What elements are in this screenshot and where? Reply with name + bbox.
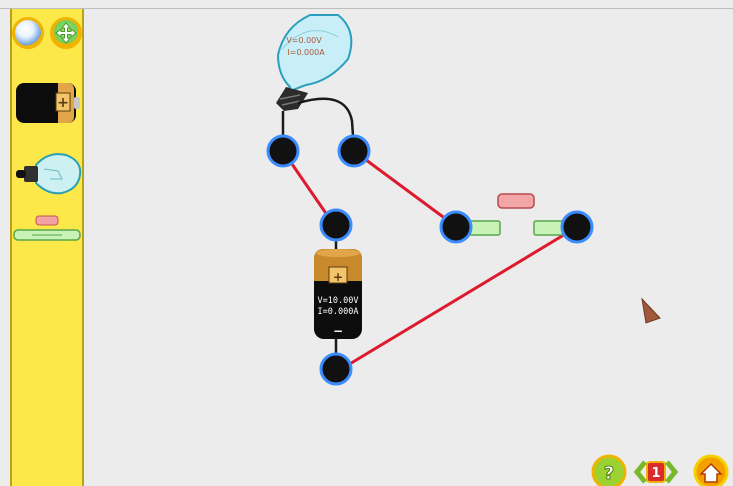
move-arrows-icon bbox=[55, 22, 77, 44]
palette-battery-plus: + bbox=[57, 95, 69, 111]
node-battery-top[interactable] bbox=[319, 208, 353, 242]
node-switch-right[interactable] bbox=[560, 210, 594, 244]
palette-battery[interactable]: + bbox=[14, 75, 80, 129]
select-tool-button[interactable] bbox=[12, 17, 44, 49]
chevron-left-icon[interactable] bbox=[633, 460, 647, 484]
chevron-right-icon[interactable] bbox=[665, 460, 679, 484]
palette-switch[interactable] bbox=[12, 214, 82, 244]
battery-plus-label: + bbox=[333, 270, 343, 284]
battery-minus-label: − bbox=[333, 324, 343, 338]
circuit-game-window: + V=0.00V I=0.000A + V=10.00V I=0.000A −… bbox=[0, 0, 733, 486]
switch-toggle[interactable] bbox=[497, 193, 535, 209]
home-button[interactable] bbox=[693, 454, 729, 486]
help-icon: ? bbox=[604, 463, 614, 484]
help-button[interactable]: ? bbox=[591, 454, 627, 486]
node-bulb-left[interactable] bbox=[266, 134, 300, 168]
node-bulb-right[interactable] bbox=[337, 134, 371, 168]
node-battery-bottom[interactable] bbox=[319, 352, 353, 386]
circuit-canvas[interactable]: V=0.00V I=0.000A + V=10.00V I=0.000A − bbox=[86, 9, 733, 486]
page-navigator: 1 bbox=[633, 460, 679, 484]
page-number: 1 bbox=[651, 466, 660, 481]
wire-bulb-switch[interactable] bbox=[353, 149, 459, 230]
bulb-current-label: I=0.000A bbox=[287, 48, 325, 57]
battery[interactable]: + V=10.00V I=0.000A − bbox=[314, 233, 362, 361]
bulb-voltage-label: V=0.00V bbox=[286, 36, 322, 45]
navigation-bar: ? 1 bbox=[591, 454, 729, 486]
battery-voltage-label: V=10.00V bbox=[318, 296, 359, 306]
switch[interactable] bbox=[469, 193, 565, 236]
node-switch-left[interactable] bbox=[439, 210, 473, 244]
light-bulb[interactable]: V=0.00V I=0.000A bbox=[276, 14, 353, 111]
palette-bulb[interactable] bbox=[14, 149, 82, 199]
move-tool-button[interactable] bbox=[50, 17, 82, 49]
wire-switch-battery[interactable] bbox=[337, 225, 578, 373]
component-palette: + bbox=[10, 9, 84, 486]
battery-current-label: I=0.000A bbox=[318, 307, 359, 317]
pointer-cursor-icon bbox=[641, 297, 661, 324]
